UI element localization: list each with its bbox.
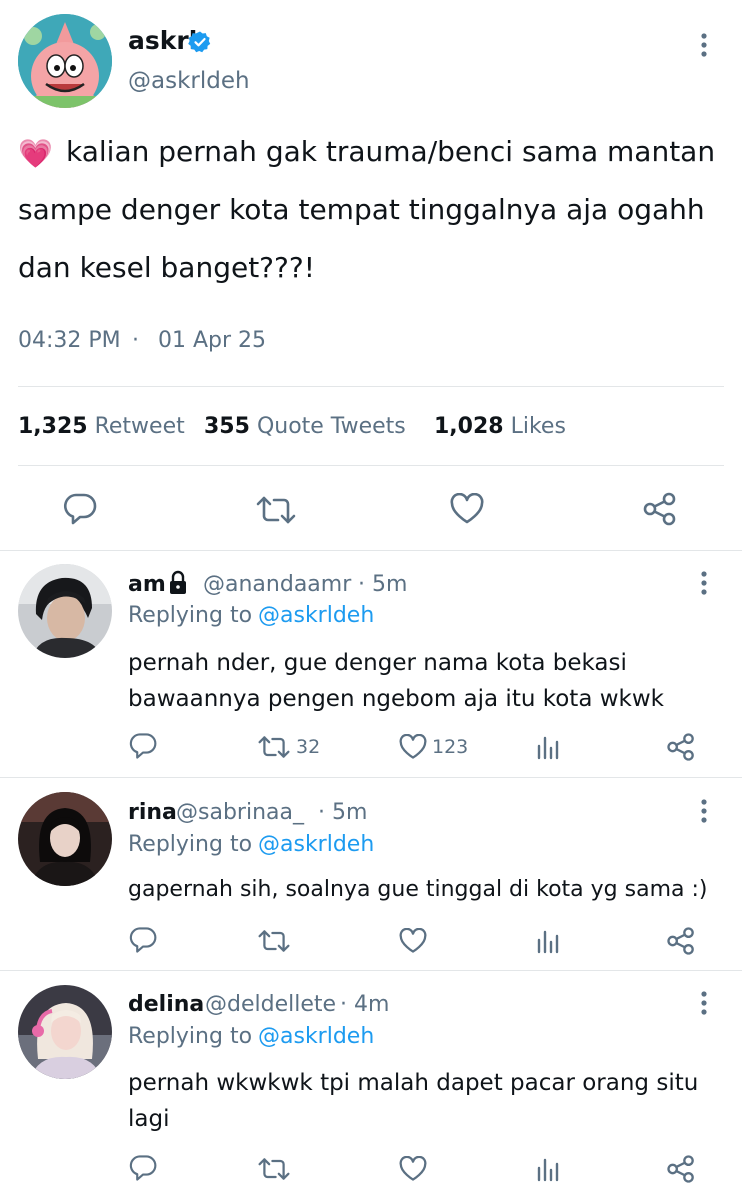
likes-stat[interactable]: 1,028 Likes (434, 414, 566, 439)
divider (18, 465, 724, 466)
reply-text-line-1: gapernah sih, soalnya gue tinggal di kot… (128, 877, 708, 902)
tweet-emoji: 💗 (18, 137, 53, 170)
avatar-image (18, 792, 112, 886)
retweets-stat[interactable]: 1,325 Retweet (18, 414, 185, 439)
reply-text-line-1: pernah nder, gue denger nama kota bekasi (128, 650, 627, 676)
more-options-icon[interactable] (694, 798, 714, 824)
divider (0, 777, 742, 778)
analytics-icon[interactable] (536, 1156, 568, 1188)
lock-icon (167, 570, 189, 596)
tweet-text-line-2: sampe denger kota tempat tinggalnya aja … (18, 193, 705, 226)
replying-to-link[interactable]: @askrldeh (258, 603, 374, 628)
tweet-text-line-1: kalian pernah gak trauma/benci sama mant… (66, 135, 716, 168)
reply-text-line-1: pernah wkwkwk tpi malah dapet pacar oran… (128, 1070, 699, 1096)
reply-icon[interactable] (128, 1154, 160, 1186)
reply-time: · 5m (318, 800, 368, 825)
share-icon[interactable] (642, 491, 678, 527)
divider (0, 970, 742, 971)
reply-icon[interactable] (128, 732, 160, 764)
reply-name[interactable]: am (128, 572, 166, 597)
author-avatar[interactable] (18, 14, 112, 108)
retweet-icon[interactable] (258, 1156, 290, 1188)
more-options-icon[interactable] (694, 990, 714, 1016)
reply-handle[interactable]: @deldellete (205, 992, 336, 1017)
reply-avatar[interactable] (18, 564, 112, 658)
reply-avatar[interactable] (18, 792, 112, 886)
reply-avatar[interactable] (18, 985, 112, 1079)
retweet-icon[interactable] (258, 734, 290, 766)
tweet-date: 01 Apr 25 (158, 328, 267, 353)
likes-label: Likes (510, 414, 566, 439)
reply-text-line-2: bawaannya pengen ngebom aja itu kota wkw… (128, 686, 664, 712)
retweet-icon[interactable] (258, 928, 290, 960)
more-options-icon[interactable] (694, 32, 714, 58)
reply-name[interactable]: delina (128, 992, 204, 1017)
reply-name[interactable]: rina (128, 800, 177, 825)
retweet-count: 32 (296, 736, 321, 758)
tweet-dot: · (132, 328, 139, 353)
author-name[interactable]: askrl (128, 26, 197, 55)
quotes-label: Quote Tweets (256, 414, 406, 439)
like-icon[interactable] (398, 734, 430, 766)
verified-badge-icon (188, 30, 212, 54)
tweet-text-line-3: dan kesel banget???! (18, 251, 315, 284)
share-icon[interactable] (666, 732, 698, 764)
author-handle[interactable]: @askrldeh (128, 68, 250, 94)
replying-label: Replying to (128, 832, 253, 857)
more-options-icon[interactable] (694, 570, 714, 596)
replying-label: Replying to (128, 603, 253, 628)
tweet-time: 04:32 PM (18, 328, 121, 353)
retweets-label: Retweet (94, 414, 185, 439)
divider (0, 550, 742, 551)
reply-time: · 5m (358, 572, 408, 597)
avatar-image (18, 14, 112, 108)
reply-text-line-2: lagi (128, 1106, 170, 1132)
replying-to-link[interactable]: @askrldeh (258, 1024, 374, 1049)
like-icon[interactable] (398, 1156, 430, 1188)
reply-icon[interactable] (128, 926, 160, 958)
analytics-icon[interactable] (536, 734, 568, 766)
divider (18, 386, 724, 387)
quotes-stat[interactable]: 355 Quote Tweets (204, 414, 406, 439)
reply-handle[interactable]: @anandaamr (203, 572, 351, 597)
replying-to-link[interactable]: @askrldeh (258, 832, 374, 857)
like-icon[interactable] (398, 928, 430, 960)
reply-icon[interactable] (62, 492, 98, 526)
like-count: 123 (432, 736, 469, 758)
like-icon[interactable] (449, 493, 485, 525)
likes-count: 1,028 (434, 414, 504, 439)
reply-handle[interactable]: @sabrinaa_ (176, 800, 304, 825)
share-icon[interactable] (666, 926, 698, 958)
retweets-count: 1,325 (18, 414, 88, 439)
replying-label: Replying to (128, 1024, 253, 1049)
avatar-image (18, 564, 112, 658)
share-icon[interactable] (666, 1154, 698, 1186)
analytics-icon[interactable] (536, 928, 568, 960)
avatar-image (18, 985, 112, 1079)
reply-time: · 4m (340, 992, 390, 1017)
quotes-count: 355 (204, 414, 250, 439)
retweet-icon[interactable] (256, 494, 296, 526)
